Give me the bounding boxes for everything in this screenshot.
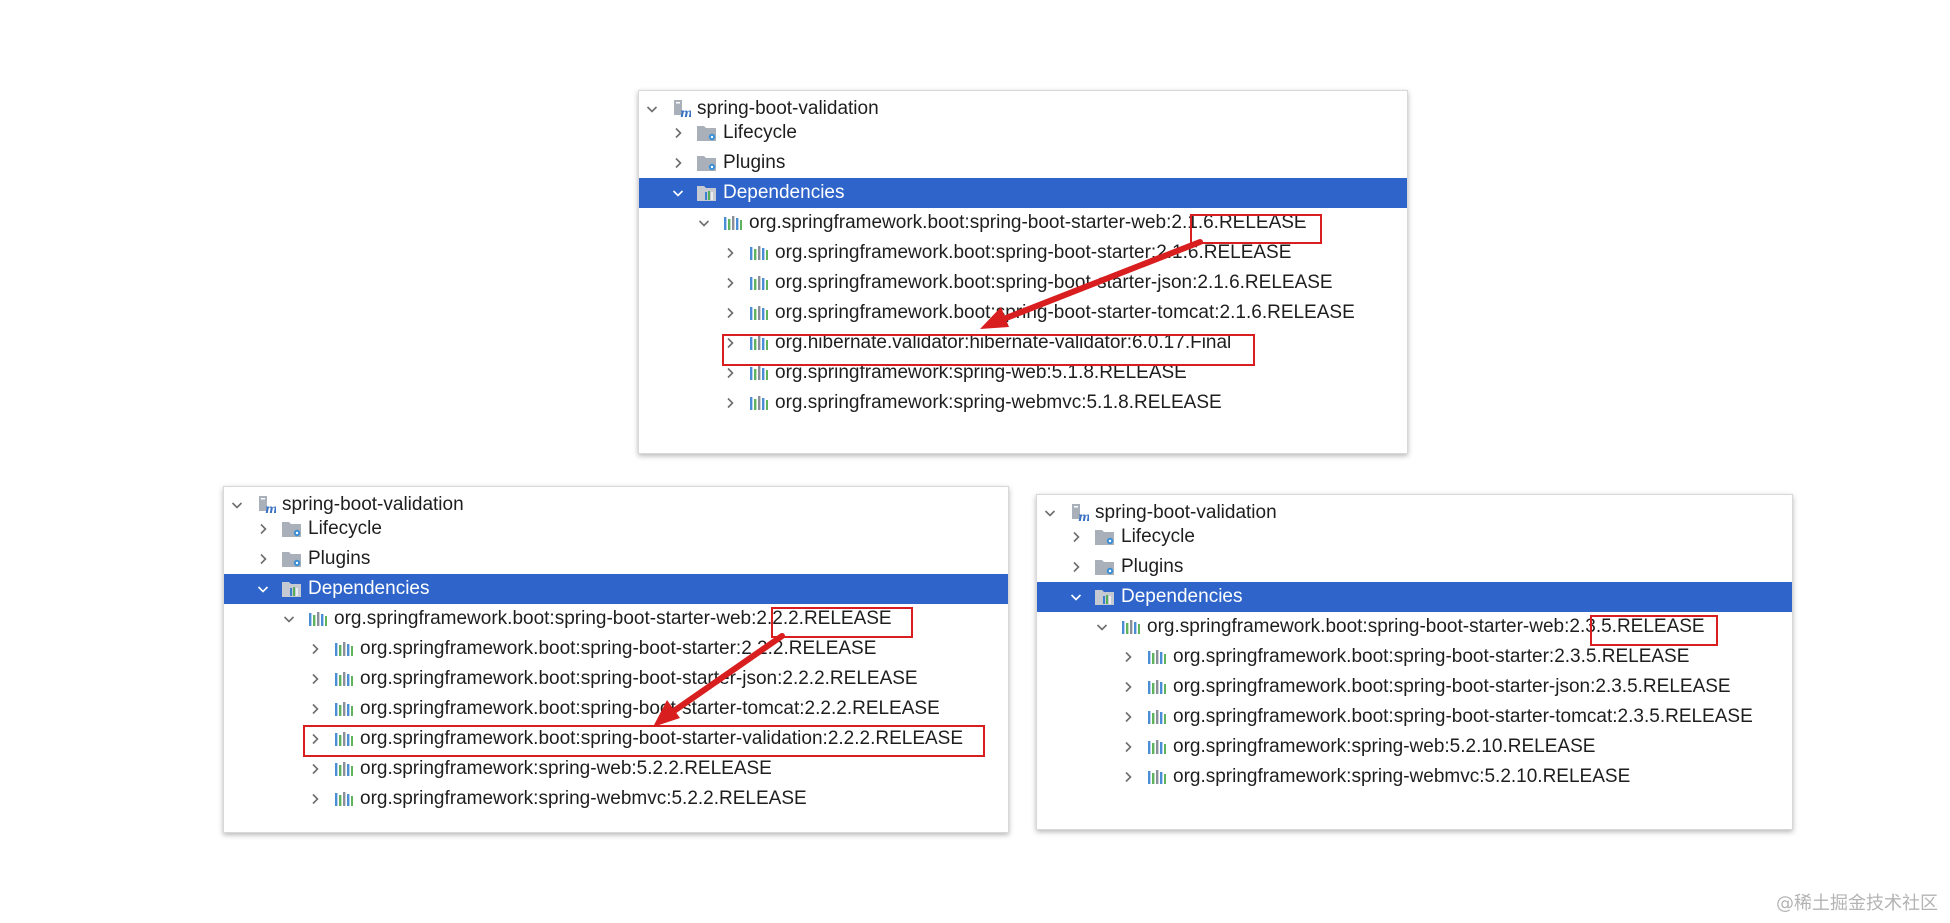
watermark: @稀土掘金技术社区 <box>1776 893 1938 914</box>
arrow-top <box>980 239 1203 329</box>
annotation-arrows <box>653 239 1203 727</box>
arrow-bottom-left <box>653 633 785 727</box>
